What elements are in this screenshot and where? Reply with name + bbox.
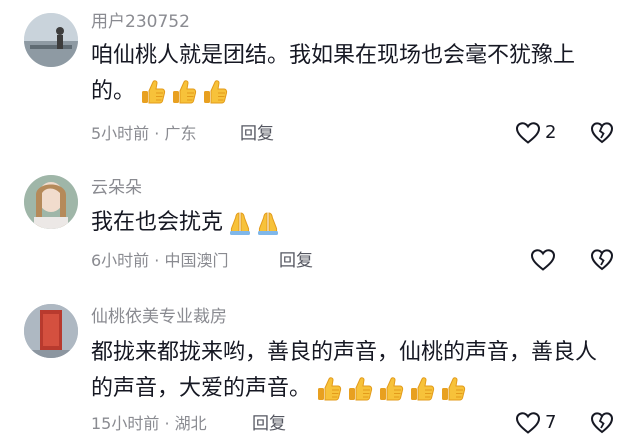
thumbs-up-emoji-icon [201, 78, 229, 106]
like-heart-icon[interactable] [530, 248, 556, 272]
comment-meta: 6小时前 · 中国澳门 [91, 251, 228, 271]
comment-text: 都拢来都拢来哟，善良的声音，仙桃的声音，善良人 的声音，大爱的声音。 [91, 335, 597, 407]
comment-text-line: 的。 [91, 79, 136, 104]
like-count: 7 [545, 412, 557, 433]
comment-text: 我在也会扰克 [91, 205, 283, 241]
comment-username[interactable]: 用户230752 [91, 12, 190, 32]
comment-location: 广东 [164, 124, 197, 143]
thumbs-up-emoji-icon [346, 375, 374, 403]
like-count: 2 [545, 122, 557, 143]
like-heart-icon[interactable] [515, 411, 541, 435]
comment-text: 咱仙桃人就是团结。我如果在现场也会毫不犹豫上 的。 [91, 38, 575, 110]
emoji-group [227, 205, 283, 241]
thumbs-up-emoji-icon [377, 375, 405, 403]
comment-time: 5小时前 [91, 124, 150, 143]
thumbs-up-emoji-icon [439, 375, 467, 403]
meta-separator: · [149, 124, 165, 143]
reply-button[interactable]: 回复 [252, 414, 286, 434]
reply-button[interactable]: 回复 [279, 251, 313, 271]
dislike-broken-heart-icon[interactable] [590, 248, 614, 272]
folded-hands-emoji-icon [255, 210, 281, 236]
dislike-broken-heart-icon[interactable] [590, 121, 614, 145]
comment-location: 中国澳门 [164, 251, 229, 270]
emoji-group [315, 371, 470, 407]
meta-separator: · [159, 414, 175, 433]
comment-time: 15小时前 [91, 414, 160, 433]
meta-separator: · [149, 251, 165, 270]
comment-text-line: 我在也会扰克 [91, 210, 224, 235]
comment-location: 湖北 [174, 414, 207, 433]
dislike-broken-heart-icon[interactable] [590, 411, 614, 435]
comment-meta: 15小时前 · 湖北 [91, 414, 207, 434]
avatar[interactable] [24, 175, 78, 229]
like-heart-icon[interactable] [515, 121, 541, 145]
avatar[interactable] [24, 304, 78, 358]
folded-hands-emoji-icon [227, 210, 253, 236]
thumbs-up-emoji-icon [408, 375, 436, 403]
comment-text-line: 咱仙桃人就是团结。我如果在现场也会毫不犹豫上 [91, 43, 576, 68]
comment-list: 用户230752 咱仙桃人就是团结。我如果在现场也会毫不犹豫上 的。 5小时前 … [0, 0, 640, 441]
comment-username[interactable]: 云朵朵 [91, 178, 142, 198]
reply-button[interactable]: 回复 [240, 124, 274, 144]
avatar[interactable] [24, 13, 78, 67]
thumbs-up-emoji-icon [315, 375, 343, 403]
comment-meta: 5小时前 · 广东 [91, 124, 196, 144]
emoji-group [139, 74, 232, 110]
thumbs-up-emoji-icon [170, 78, 198, 106]
comment-time: 6小时前 [91, 251, 150, 270]
comment-username[interactable]: 仙桃依美专业裁房 [91, 307, 227, 327]
comment-text-line: 都拢来都拢来哟，善良的声音，仙桃的声音，善良人 [91, 340, 598, 365]
thumbs-up-emoji-icon [139, 78, 167, 106]
comment-text-line: 的声音，大爱的声音。 [91, 376, 312, 401]
